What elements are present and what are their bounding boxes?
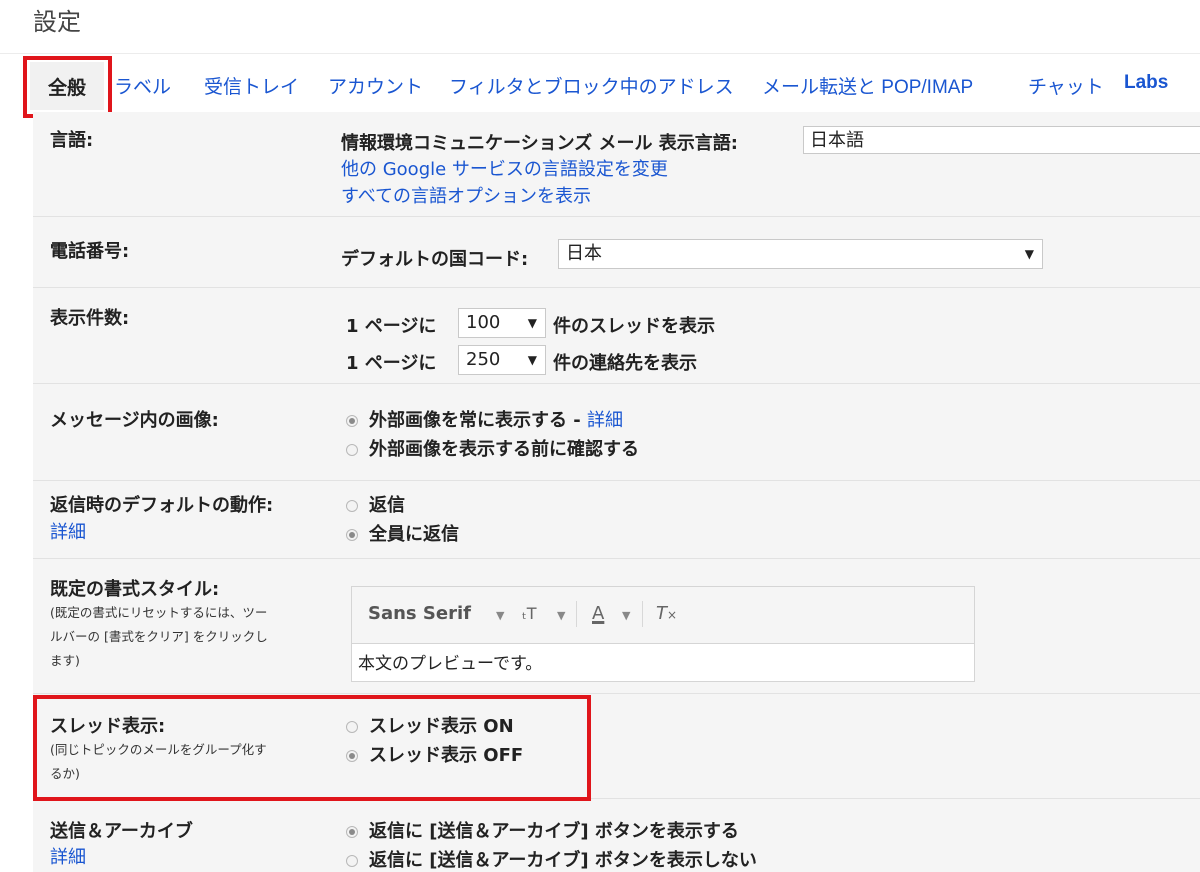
tab-labs[interactable]: Labs	[1124, 72, 1168, 94]
send-archive-show-label: 返信に [送信＆アーカイブ] ボタンを表示する	[369, 821, 739, 842]
text-style-note: (既定の書式にリセットするには、ツー ルバーの [書式をクリア] をクリックし …	[50, 601, 320, 673]
text-style-label: 既定の書式スタイル:	[50, 579, 220, 600]
editor-preview-text[interactable]: 本文のプレビューです。	[358, 649, 542, 674]
country-code-label: デフォルトの国コード:	[341, 249, 529, 270]
row-page-size: 表示件数: 1 ページに 100 ▼ 件のスレッドを表示 1 ページに 250 …	[33, 288, 1200, 383]
row-reply: 返信時のデフォルトの動作: 詳細 返信 全員に返信	[33, 481, 1200, 558]
images-details-link[interactable]: 詳細	[587, 410, 623, 431]
reply-all-option-label: 全員に返信	[369, 524, 459, 545]
text-style-note-line: ルバーの [書式をクリア] をクリックし	[50, 629, 268, 644]
text-color-icon[interactable]: A	[592, 603, 604, 624]
dropdown-arrow-icon: ▼	[1024, 247, 1034, 261]
language-label: 言語:	[50, 130, 94, 151]
reply-label: 返信時のデフォルトの動作:	[50, 495, 274, 516]
chevron-down-icon: ▼	[557, 609, 566, 622]
toolbar-separator	[576, 601, 577, 627]
send-archive-details-link[interactable]: 詳細	[50, 843, 86, 869]
all-language-options-link[interactable]: すべての言語オプションを表示	[341, 182, 591, 208]
highlight-threading	[33, 695, 591, 801]
row-images: メッセージ内の画像: 外部画像を常に表示する - 詳細 外部画像を表示する前に確…	[33, 384, 1200, 480]
page-size-label: 表示件数:	[50, 308, 130, 329]
page-title: 設定	[33, 8, 81, 36]
text-style-editor: Sans Serif ▼ ₜT ▼ A ▼ T× 本文のプレビューです。	[351, 586, 975, 682]
row-send-archive: 送信＆アーカイブ 詳細 返信に [送信＆アーカイブ] ボタンを表示する 返信に …	[33, 799, 1200, 872]
tab-accounts[interactable]: アカウント	[328, 72, 423, 99]
text-style-note-line: (既定の書式にリセットするには、ツー	[50, 605, 268, 620]
reply-details-link[interactable]: 詳細	[50, 518, 86, 544]
reply-all-radio[interactable]	[346, 529, 358, 541]
editor-toolbar: Sans Serif ▼ ₜT ▼ A ▼ T×	[352, 587, 974, 644]
change-google-language-link[interactable]: 他の Google サービスの言語設定を変更	[341, 155, 668, 181]
tab-chat[interactable]: チャット	[1028, 72, 1104, 99]
text-style-note-line: ます)	[50, 653, 80, 668]
country-code-select[interactable]: 日本 ▼	[558, 239, 1043, 269]
tab-inbox[interactable]: 受信トレイ	[204, 72, 299, 99]
send-archive-label: 送信＆アーカイブ	[50, 821, 193, 842]
tab-filters[interactable]: フィルタとブロック中のアドレス	[449, 72, 734, 99]
settings-tabs: 全般 ラベル 受信トレイ アカウント フィルタとブロック中のアドレス メール転送…	[0, 62, 1200, 112]
threads-per-page-suffix: 件のスレッドを表示	[553, 316, 715, 337]
contacts-per-page-suffix: 件の連絡先を表示	[553, 353, 697, 374]
language-select[interactable]: 日本語	[803, 126, 1200, 154]
images-ask-radio[interactable]	[346, 444, 358, 456]
phone-label: 電話番号:	[50, 241, 130, 262]
chevron-down-icon: ▼	[622, 609, 631, 622]
send-archive-show-radio[interactable]	[346, 826, 358, 838]
font-family-button[interactable]: Sans Serif	[368, 603, 471, 624]
row-phone: 電話番号: デフォルトの国コード: 日本 ▼	[33, 217, 1200, 287]
chevron-down-icon: ▼	[496, 609, 505, 622]
contacts-per-page-prefix: 1 ページに	[346, 353, 437, 374]
images-always-show-text: 外部画像を常に表示する - 詳細	[369, 406, 623, 432]
contacts-per-page-select[interactable]: 250 ▼	[458, 345, 546, 375]
tab-forwarding[interactable]: メール転送と POP/IMAP	[762, 72, 973, 99]
tab-labels[interactable]: ラベル	[114, 72, 171, 99]
threads-per-page-prefix: 1 ページに	[346, 316, 437, 337]
reply-radio[interactable]	[346, 500, 358, 512]
dropdown-arrow-icon: ▼	[527, 316, 537, 330]
images-ask-label: 外部画像を表示する前に確認する	[369, 439, 639, 460]
country-code-value: 日本	[566, 243, 602, 264]
display-language-label: 情報環境コミュニケーションズ メール 表示言語:	[341, 133, 739, 154]
dropdown-arrow-icon: ▼	[527, 353, 537, 367]
images-label: メッセージ内の画像:	[50, 410, 219, 431]
threads-per-page-select[interactable]: 100 ▼	[458, 308, 546, 338]
reply-option-label: 返信	[369, 495, 405, 516]
send-archive-hide-label: 返信に [送信＆アーカイブ] ボタンを表示しない	[369, 850, 757, 871]
title-divider	[0, 53, 1200, 54]
threads-per-page-value: 100	[466, 312, 501, 333]
highlight-general-tab	[23, 56, 112, 118]
images-always-show-radio[interactable]	[346, 415, 358, 427]
toolbar-separator	[642, 601, 643, 627]
row-language: 言語: 情報環境コミュニケーションズ メール 表示言語: 日本語 他の Goog…	[33, 112, 1200, 216]
clear-format-icon[interactable]: T×	[656, 603, 677, 624]
send-archive-hide-radio[interactable]	[346, 855, 358, 867]
contacts-per-page-value: 250	[466, 349, 501, 370]
images-always-show-label: 外部画像を常に表示する -	[369, 410, 588, 431]
font-size-icon[interactable]: ₜT	[522, 604, 537, 623]
